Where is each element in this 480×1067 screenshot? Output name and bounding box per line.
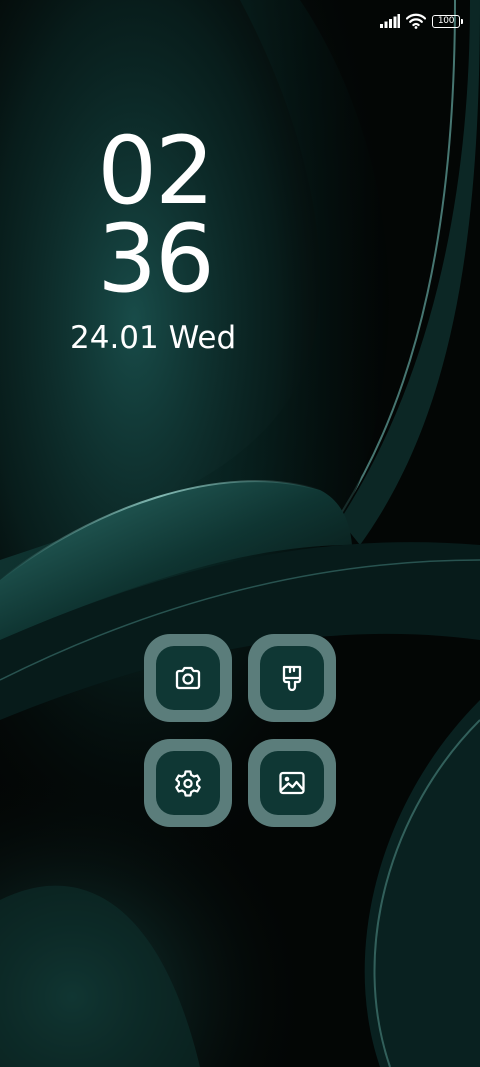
wifi-icon bbox=[406, 13, 426, 29]
date-label: 24.01 Wed bbox=[70, 320, 237, 356]
theme-app-inner bbox=[260, 646, 324, 710]
clock-minutes: 36 bbox=[97, 205, 215, 314]
theme-app-button[interactable] bbox=[248, 634, 336, 722]
battery-icon: 100 bbox=[432, 14, 463, 28]
wallpaper bbox=[0, 0, 480, 1067]
app-shortcut-grid bbox=[144, 634, 336, 828]
camera-app-button[interactable] bbox=[144, 634, 232, 722]
gear-icon bbox=[175, 770, 201, 797]
camera-icon bbox=[175, 666, 201, 690]
gallery-app-inner bbox=[260, 751, 324, 815]
camera-app-inner bbox=[156, 646, 220, 710]
settings-app-button[interactable] bbox=[144, 739, 232, 827]
battery-level: 100 bbox=[437, 15, 455, 26]
image-icon bbox=[279, 771, 305, 795]
status-bar: 100 bbox=[380, 10, 463, 32]
settings-app-inner bbox=[156, 751, 220, 815]
lock-screen: 100 02 36 24.01 Wed bbox=[0, 0, 480, 1067]
gallery-app-button[interactable] bbox=[248, 739, 336, 827]
paint-brush-icon bbox=[282, 665, 302, 692]
clock[interactable]: 02 36 bbox=[90, 117, 220, 314]
signal-icon bbox=[380, 14, 400, 28]
clock-hours: 02 bbox=[97, 117, 215, 226]
